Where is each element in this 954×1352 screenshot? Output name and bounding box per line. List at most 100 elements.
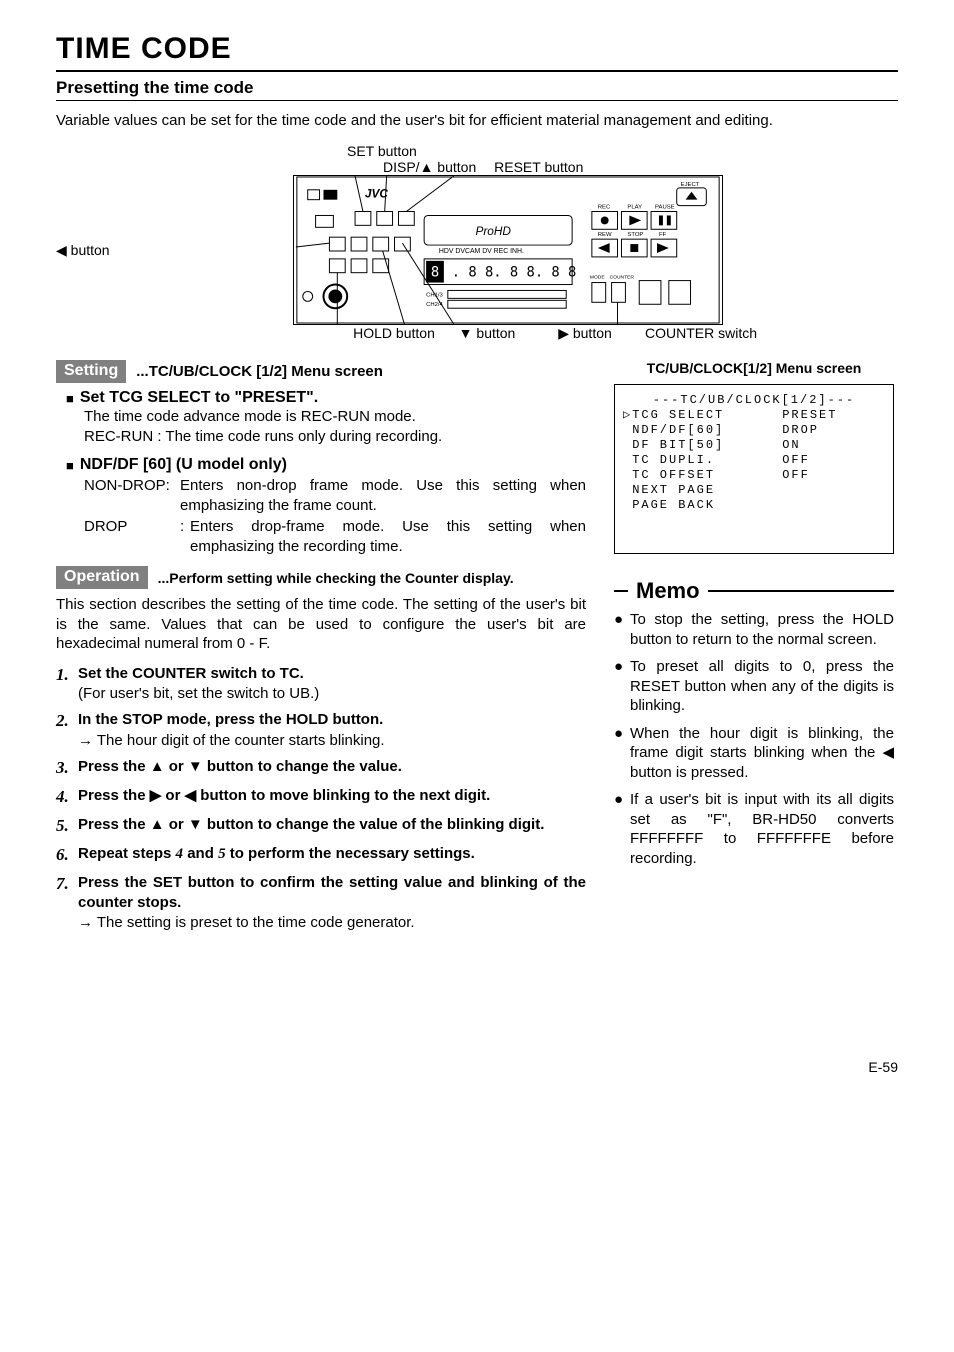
memo-header: Memo [614, 578, 894, 604]
menu-row: DF BIT[50]ON [623, 438, 885, 453]
memo-item: ●If a user's bit is input with its all d… [614, 790, 894, 868]
step-sub: → The hour digit of the counter starts b… [78, 731, 586, 751]
step-number: 6. [56, 844, 78, 867]
step6-it2: 5 [218, 846, 226, 862]
intro-paragraph: Variable values can be set for the time … [56, 111, 898, 131]
rec-run-desc: The time code runs only during recording… [165, 428, 442, 445]
setting-tag-text: ...TC/UB/CLOCK [1/2] Menu screen [136, 363, 383, 380]
rec-run-term: REC-RUN : [84, 428, 162, 445]
label-disp-button: DISP/▲ button [383, 159, 476, 175]
menu-value: OFF [782, 468, 810, 483]
drop-sep: : [180, 517, 190, 556]
menu-cursor-icon [623, 453, 632, 468]
step-number: 3. [56, 757, 78, 780]
bullet-icon: ● [614, 657, 630, 716]
menu-value: PRESET [782, 408, 837, 423]
svg-text:STOP: STOP [627, 232, 643, 238]
left-column: Setting ...TC/UB/CLOCK [1/2] Menu screen… [56, 360, 586, 939]
step-number: 2. [56, 710, 78, 751]
step6-mid: and [183, 845, 218, 862]
svg-text:JVC: JVC [365, 187, 388, 201]
step-5: 5. Press the ▲ or ▼ button to change the… [56, 815, 586, 838]
menu-row: TC OFFSETOFF [623, 468, 885, 483]
step-number: 5. [56, 815, 78, 838]
content-columns: Setting ...TC/UB/CLOCK [1/2] Menu screen… [56, 360, 898, 939]
setting-item-2: ■ NDF/DF [60] (U model only) NON-DROP: En… [66, 456, 586, 556]
svg-text:ProHD: ProHD [475, 224, 511, 238]
memo-text: When the hour digit is blinking, the fra… [630, 724, 894, 783]
menu-cursor-icon [623, 483, 632, 498]
svg-text:FF: FF [659, 232, 667, 238]
menu-cursor-icon [623, 438, 632, 453]
label-hold-button: HOLD button [339, 325, 449, 342]
menu-cursor-icon: ▷ [623, 408, 632, 423]
step-lead: Press the ▲ or ▼ button to change the va… [78, 816, 544, 833]
menu-key: TCG SELECT [632, 408, 782, 423]
memo-list: ●To stop the setting, press the HOLD but… [614, 610, 894, 868]
menu-key: PAGE BACK [632, 498, 782, 513]
setting-item-2-head: NDF/DF [60] (U model only) [80, 456, 287, 474]
step-1: 1. Set the COUNTER switch to TC. (For us… [56, 664, 586, 705]
setting-item-1-head: Set TCG SELECT to "PRESET". [80, 389, 318, 407]
setting-item-1: ■ Set TCG SELECT to "PRESET". The time co… [66, 389, 586, 446]
step6-post: to perform the necessary settings. [226, 845, 475, 862]
label-counter-switch: COUNTER switch [645, 325, 757, 342]
step-lead: Press the ▶ or ◀ button to move blinking… [78, 787, 490, 804]
device-svg: JVC ProHD [293, 175, 723, 325]
step-6: 6. Repeat steps 4 and 5 to perform the n… [56, 844, 586, 867]
menu-row: ▷TCG SELECTPRESET [623, 408, 885, 423]
step-lead: Set the COUNTER switch to TC. [78, 665, 304, 682]
bullet-icon: ● [614, 610, 630, 649]
memo-item: ●When the hour digit is blinking, the fr… [614, 724, 894, 783]
step-4: 4. Press the ▶ or ◀ button to move blink… [56, 786, 586, 809]
step-sub: (For user's bit, set the switch to UB.) [78, 684, 586, 704]
setting-tag: Setting [56, 360, 126, 383]
nondrop-row: NON-DROP: Enters non-drop frame mode. Us… [84, 476, 586, 515]
operation-tag-text: ...Perform setting while checking the Co… [158, 570, 514, 586]
step-number: 1. [56, 664, 78, 705]
menu-caption: TC/UB/CLOCK[1/2] Menu screen [614, 360, 894, 376]
setting-header: Setting ...TC/UB/CLOCK [1/2] Menu screen [56, 360, 586, 383]
square-bullet-icon: ■ [66, 391, 74, 406]
svg-text:COUNTER: COUNTER [609, 275, 634, 281]
svg-text:PAUSE: PAUSE [655, 205, 675, 211]
label-reset-button: RESET button [494, 159, 583, 175]
step-7: 7. Press the SET button to confirm the s… [56, 873, 586, 934]
svg-text:HDV DVCAM DV REC INH.: HDV DVCAM DV REC INH. [439, 248, 524, 255]
svg-text:PLAY: PLAY [627, 205, 642, 211]
menu-cursor-icon [623, 423, 632, 438]
step6-it1: 4 [176, 846, 184, 862]
label-down-button: ▼ button [449, 325, 525, 342]
menu-header: ---TC/UB/CLOCK[1/2]--- [623, 393, 885, 408]
nondrop-term: NON-DROP: [84, 476, 180, 515]
nondrop-desc: Enters non-drop frame mode. Use this set… [180, 476, 586, 515]
svg-text:8: 8 [431, 265, 439, 281]
menu-key: NEXT PAGE [632, 483, 782, 498]
step-number: 4. [56, 786, 78, 809]
step6-pre: Repeat steps [78, 845, 176, 862]
memo-rule-right [708, 590, 894, 592]
setting-item-1-line1: The time code advance mode is REC-RUN mo… [84, 407, 586, 427]
memo-rule-left [614, 590, 628, 592]
memo-text: To preset all digits to 0, press the RES… [630, 657, 894, 716]
svg-text:. 8 8. 8 8. 8 8: . 8 8. 8 8. 8 8 [452, 265, 577, 281]
step-number: 7. [56, 873, 78, 934]
operation-steps: 1. Set the COUNTER switch to TC. (For us… [56, 664, 586, 934]
memo-text: If a user's bit is input with its all di… [630, 790, 894, 868]
svg-text:REW: REW [598, 232, 612, 238]
rule [56, 70, 898, 72]
bullet-icon: ● [614, 790, 630, 868]
menu-key: NDF/DF[60] [632, 423, 782, 438]
operation-header: Operation ...Perform setting while check… [56, 566, 586, 589]
bullet-icon: ● [614, 724, 630, 783]
menu-row: NDF/DF[60]DROP [623, 423, 885, 438]
step-2: 2. In the STOP mode, press the HOLD butt… [56, 710, 586, 751]
step-lead: Press the ▲ or ▼ button to change the va… [78, 758, 402, 775]
label-right-button: ▶ button [525, 325, 645, 342]
page-number: E-59 [56, 1059, 898, 1075]
square-bullet-icon: ■ [66, 458, 74, 473]
svg-text:MODE: MODE [590, 275, 605, 281]
memo-item: ●To preset all digits to 0, press the RE… [614, 657, 894, 716]
subheading: Presetting the time code [56, 78, 898, 98]
menu-value: ON [782, 438, 800, 453]
